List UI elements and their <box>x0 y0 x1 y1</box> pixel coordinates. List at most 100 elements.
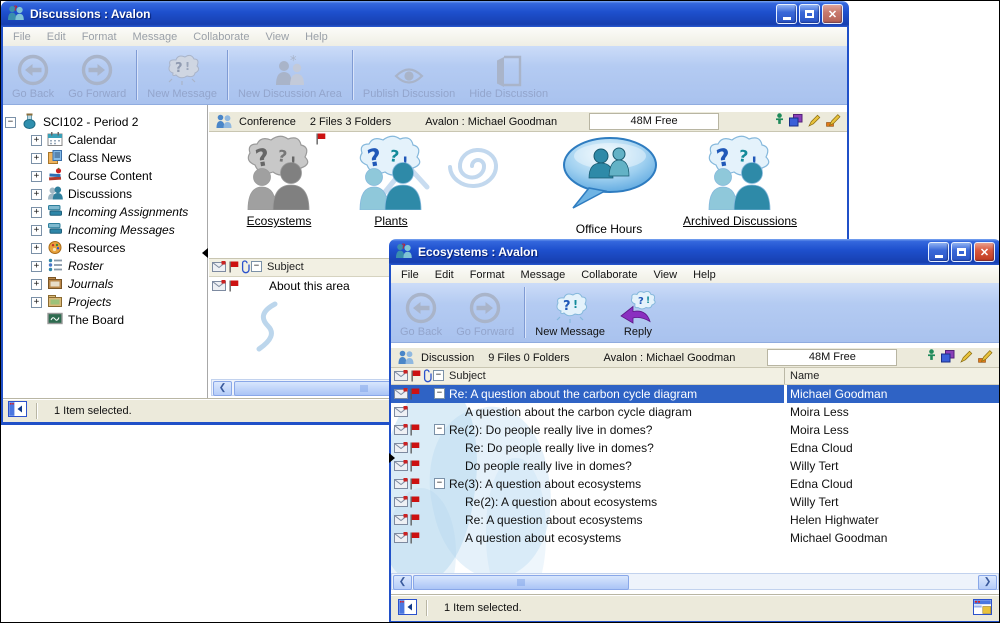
sidebar-item-incoming-assignments[interactable]: +Incoming Assignments <box>3 203 207 221</box>
sidebar-item-calendar[interactable]: +Calendar <box>3 131 207 149</box>
message-row[interactable]: Re: A question about ecosystemsHelen Hig… <box>391 511 999 529</box>
scroll-left-arrow[interactable]: ❮ <box>213 381 232 396</box>
windows-icon[interactable] <box>789 114 803 130</box>
course-content-icon <box>47 167 63 186</box>
status-person-icon[interactable] <box>775 113 784 130</box>
publish-discussion-button[interactable]: Publish Discussion <box>356 48 462 102</box>
expand-box[interactable]: + <box>31 297 42 308</box>
tree-root[interactable]: −SCI102 - Period 2 <box>3 113 207 131</box>
message-author: Moira Less <box>790 423 849 437</box>
expand-box[interactable]: + <box>31 189 42 200</box>
scroll-right-arrow[interactable]: ❯ <box>978 575 997 590</box>
windows-icon[interactable] <box>941 350 955 366</box>
go-back-icon <box>404 291 438 325</box>
menu-item-help[interactable]: Help <box>297 29 336 45</box>
message-row[interactable]: −Re(3): A question about ecosystemsEdna … <box>391 475 999 493</box>
horizontal-scrollbar[interactable]: ❮ ❯ <box>391 573 999 590</box>
menu-item-edit[interactable]: Edit <box>427 267 462 283</box>
expand-box[interactable]: + <box>31 243 42 254</box>
sidebar-item-journals[interactable]: +Journals <box>3 275 207 293</box>
discussion-area-ecosystems[interactable]: ??!Ecosystems <box>229 134 329 228</box>
message-author: Michael Goodman <box>790 387 887 401</box>
sidebar-item-class-news[interactable]: +Class News <box>3 149 207 167</box>
go-forward-button[interactable]: Go Forward <box>61 48 133 102</box>
window-titlebar[interactable]: ? Discussions : Avalon ✕ <box>1 1 849 27</box>
collapse-thread-box[interactable]: − <box>434 478 445 489</box>
close-button[interactable]: ✕ <box>822 4 843 24</box>
discussion-area-archived-discussions[interactable]: ??!Archived Discussions <box>651 134 829 228</box>
message-row[interactable]: A question about the carbon cycle diagra… <box>391 403 999 421</box>
minimize-button[interactable] <box>928 242 949 262</box>
maximize-button[interactable] <box>951 242 972 262</box>
envelope-icon <box>394 370 408 384</box>
menu-item-message[interactable]: Message <box>513 267 574 283</box>
sign-pencil-icon[interactable] <box>978 349 993 366</box>
status-person-icon[interactable] <box>927 349 936 366</box>
panel-collapse-arrow[interactable] <box>389 453 395 463</box>
new-message-button[interactable]: ?!New Message <box>528 285 612 340</box>
message-subject: Re: A question about the carbon cycle di… <box>449 387 697 401</box>
menu-item-view[interactable]: View <box>257 29 297 45</box>
expand-box[interactable]: + <box>31 225 42 236</box>
edit-pencil-icon[interactable] <box>960 350 973 366</box>
message-row[interactable]: −Re(2): Do people really live in domes?M… <box>391 421 999 439</box>
menu-item-file[interactable]: File <box>393 267 427 283</box>
window-titlebar[interactable]: ? Ecosystems : Avalon ✕ <box>389 239 1000 265</box>
expand-box[interactable]: + <box>31 135 42 146</box>
menu-item-format[interactable]: Format <box>74 29 125 45</box>
message-author: Michael Goodman <box>790 531 887 545</box>
sidebar-item-projects[interactable]: +Projects <box>3 293 207 311</box>
new-message-button[interactable]: ?!New Message <box>140 48 224 102</box>
menu-item-message[interactable]: Message <box>125 29 186 45</box>
sidebar-item-course-content[interactable]: +Course Content <box>3 167 207 185</box>
message-row[interactable]: Do people really live in domes?Willy Ter… <box>391 457 999 475</box>
menu-item-collaborate[interactable]: Collaborate <box>573 267 645 283</box>
collapse-all-box[interactable]: − <box>433 370 444 381</box>
edit-pencil-icon[interactable] <box>808 114 821 130</box>
scroll-left-arrow[interactable]: ❮ <box>393 575 412 590</box>
collapse-thread-box[interactable]: − <box>434 388 445 399</box>
message-row[interactable]: Re: Do people really live in domes?Edna … <box>391 439 999 457</box>
menu-item-collaborate[interactable]: Collaborate <box>185 29 257 45</box>
sidebar-item-the-board[interactable]: The Board <box>3 311 207 329</box>
table-header[interactable]: − Subject Name <box>391 368 999 385</box>
sign-pencil-icon[interactable] <box>826 113 841 130</box>
minimize-button[interactable] <box>776 4 797 24</box>
message-row[interactable]: Re(2): A question about ecosystemsWilly … <box>391 493 999 511</box>
menu-item-format[interactable]: Format <box>462 267 513 283</box>
expand-box[interactable]: + <box>31 153 42 164</box>
sidebar-item-roster[interactable]: +Roster <box>3 257 207 275</box>
sidebar-item-resources[interactable]: +Resources <box>3 239 207 257</box>
menu-item-view[interactable]: View <box>645 267 685 283</box>
envelope-icon <box>212 280 226 294</box>
menu-item-file[interactable]: File <box>5 29 39 45</box>
layout-icon[interactable] <box>973 599 992 618</box>
scroll-thumb[interactable] <box>413 575 629 590</box>
discussion-area-plants[interactable]: ??!Plants <box>345 134 437 228</box>
collapse-all-box[interactable]: − <box>251 261 262 272</box>
hide-discussion-button[interactable]: Hide Discussion <box>462 48 555 102</box>
expand-box[interactable]: + <box>31 171 42 182</box>
panel-toggle-icon[interactable] <box>398 599 417 618</box>
tree-collapse-arrow[interactable] <box>202 248 208 258</box>
message-row[interactable]: −Re: A question about the carbon cycle d… <box>391 385 999 403</box>
go-forward-button[interactable]: Go Forward <box>449 285 521 340</box>
collapse-box[interactable]: − <box>5 117 16 128</box>
go-back-button[interactable]: Go Back <box>5 48 61 102</box>
panel-toggle-icon[interactable] <box>8 401 27 420</box>
expand-box[interactable]: + <box>31 261 42 272</box>
reply-button[interactable]: ?!Reply <box>612 285 664 340</box>
publish-discussion-icon <box>393 65 425 87</box>
expand-box[interactable]: + <box>31 207 42 218</box>
menu-item-edit[interactable]: Edit <box>39 29 74 45</box>
new-discussion-area-button[interactable]: *New Discussion Area <box>231 48 349 102</box>
sidebar-item-discussions[interactable]: +Discussions <box>3 185 207 203</box>
go-back-button[interactable]: Go Back <box>393 285 449 340</box>
collapse-thread-box[interactable]: − <box>434 424 445 435</box>
expand-box[interactable]: + <box>31 279 42 290</box>
message-row[interactable]: A question about ecosystemsMichael Goodm… <box>391 529 999 547</box>
sidebar-item-incoming-messages[interactable]: +Incoming Messages <box>3 221 207 239</box>
menu-item-help[interactable]: Help <box>685 267 724 283</box>
maximize-button[interactable] <box>799 4 820 24</box>
close-button[interactable]: ✕ <box>974 242 995 262</box>
